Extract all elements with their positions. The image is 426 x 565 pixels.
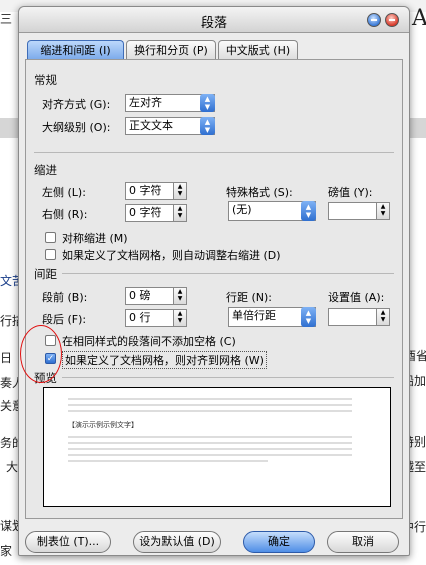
spacing-before-value: 0 磅 [129,289,151,302]
stepper-arrows-icon[interactable]: ▲ ▼ [173,310,186,326]
special-format-select[interactable]: (无) ▲ ▼ [228,201,316,221]
indent-right-value: 0 字符 [129,206,162,219]
background-ruler-left [0,118,20,138]
tabs-button[interactable]: 制表位 (T)... [25,531,111,553]
background-text: 三 [0,12,13,26]
close-icon [389,19,395,21]
updown-arrow-icon: ▲ ▼ [301,201,316,221]
spacing-after-stepper[interactable]: 0 行 ▲ ▼ [125,309,187,327]
snap-to-grid-label: 如果定义了文档网格，则对齐到网格 (W) [62,351,267,369]
preview-box: 【演示示例示例文字】 [43,387,391,507]
tab-asian-typography[interactable]: 中文版式 (H) [218,40,298,60]
spacing-after-value: 0 行 [129,311,151,324]
auto-adjust-indent-checkbox[interactable] [45,249,56,260]
section-general-header: 常规 [34,73,57,87]
minimize-button[interactable] [367,13,381,27]
tab-indents-spacing[interactable]: 缩进和间距 (I) [27,40,124,60]
ok-button[interactable]: 确定 [243,531,315,553]
set-default-button[interactable]: 设为默认值 (D) [133,531,221,553]
background-text: A [412,6,426,31]
alignment-value: 左对齐 [129,96,162,109]
tab-line-page-breaks[interactable]: 换行和分页 (P) [126,40,216,60]
cancel-button[interactable]: 取消 [327,531,399,553]
special-format-label: 特殊格式 (S): [226,186,293,199]
stepper-arrows-icon[interactable]: ▲ ▼ [173,288,186,304]
indent-right-label: 右侧 (R): [42,208,88,221]
minus-icon [371,19,377,21]
line-spacing-select[interactable]: 单倍行距 ▲ ▼ [228,307,316,327]
divider [62,377,394,378]
set-value-stepper[interactable]: ▲ ▼ [328,308,390,326]
preview-line [68,448,352,450]
mirror-indents-label: 对称缩进 (M) [62,232,128,245]
stepper-arrows-icon[interactable]: ▲ ▼ [173,205,186,221]
close-button[interactable] [385,13,399,27]
background-text: 家 [0,544,13,558]
special-format-value: (无) [232,203,252,216]
preview-line [68,404,352,406]
updown-arrow-icon: ▲ ▼ [200,117,215,135]
indent-right-stepper[interactable]: 0 字符 ▲ ▼ [125,204,187,222]
mirror-indents-checkbox[interactable] [45,232,56,243]
outline-level-label: 大纲级别 (O): [42,121,111,134]
updown-arrow-icon: ▲ ▼ [301,307,316,327]
stepper-arrows-icon[interactable]: ▲ ▼ [173,183,186,199]
alignment-select[interactable]: 左对齐 ▲ ▼ [125,94,215,112]
spacing-before-stepper[interactable]: 0 磅 ▲ ▼ [125,287,187,305]
dialog-title: 段落 [200,16,227,31]
by-value-stepper[interactable]: ▲ ▼ [328,202,390,220]
title-bar[interactable]: 段落 [19,7,409,33]
paragraph-dialog: 段落 缩进和间距 (I) 换行和分页 (P) 中文版式 (H) 常规 对齐方式 … [18,6,410,556]
no-space-same-style-label: 在相同样式的段落间不添加空格 (C) [62,335,236,348]
red-annotation-circle [20,325,62,383]
section-indent-header: 缩进 [34,163,57,177]
preview-line [68,436,352,438]
preview-line [68,410,352,412]
divider [34,152,394,153]
indent-left-value: 0 字符 [129,184,162,197]
background-text: 日 [0,351,13,365]
indent-left-stepper[interactable]: 0 字符 ▲ ▼ [125,182,187,200]
outline-level-select[interactable]: 正文文本 ▲ ▼ [125,117,215,135]
updown-arrow-icon: ▲ ▼ [200,94,215,112]
preview-line [68,398,352,400]
alignment-label: 对齐方式 (G): [42,98,111,111]
spacing-after-label: 段后 (F): [42,313,87,326]
stepper-arrows-icon[interactable]: ▲ ▼ [376,309,389,325]
indent-left-label: 左侧 (L): [42,186,86,199]
by-value-label: 磅值 (Y): [328,186,373,199]
divider [62,273,394,274]
line-spacing-label: 行距 (N): [226,291,273,304]
outline-level-value: 正文文本 [129,119,173,132]
preview-sample-text: 【演示示例示例文字】 [68,421,138,429]
preview-line [68,442,352,444]
section-spacing-header: 间距 [34,267,57,281]
spacing-before-label: 段前 (B): [42,291,88,304]
auto-adjust-indent-label: 如果定义了文档网格，则自动调整右缩进 (D) [62,249,281,262]
stepper-arrows-icon[interactable]: ▲ ▼ [376,203,389,219]
set-value-label: 设置值 (A): [328,291,385,304]
preview-line [68,460,268,462]
background-text: 大 [6,460,19,474]
line-spacing-value: 单倍行距 [232,309,276,322]
preview-line [68,454,352,456]
